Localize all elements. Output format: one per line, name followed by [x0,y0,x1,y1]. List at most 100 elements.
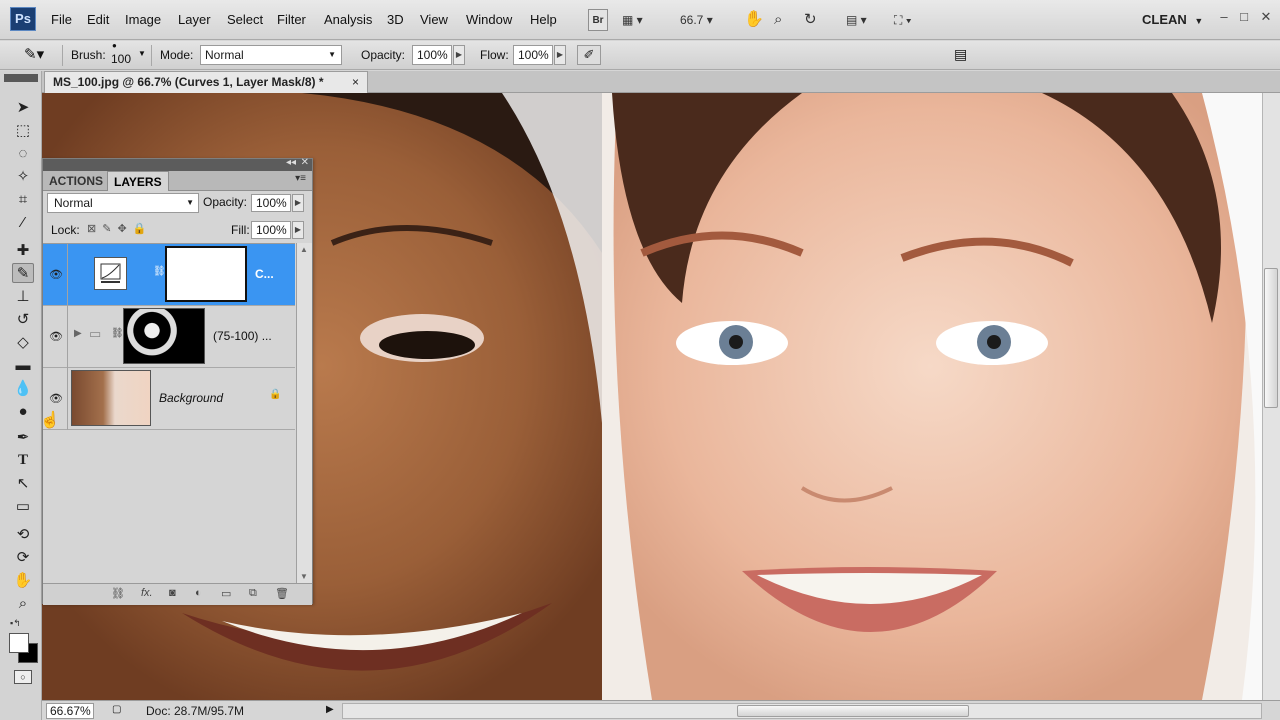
move-tool-icon[interactable]: ➤ [12,97,34,117]
screen-mode-button[interactable]: ⛶ ▾ [894,9,928,31]
group-mask-thumbnail[interactable] [123,308,205,364]
view-extras-button[interactable]: ▦ ▾ [622,9,658,31]
hand-tool-icon[interactable]: ✋ [744,9,764,31]
close-panel-icon[interactable]: ✕ [301,157,309,168]
lock-position-icon[interactable]: ✥ [117,223,132,235]
menu-select[interactable]: Select [227,12,263,27]
zoom-level-dropdown[interactable]: 66.7 ▾ [680,9,720,31]
new-layer-icon[interactable]: ⧉ [249,587,257,600]
menu-3d[interactable]: 3D [387,12,404,27]
layer-mask-thumbnail[interactable] [165,246,247,302]
layer-row-background[interactable]: 👁 Background 🔒 [43,368,295,430]
3d-rotate-tool-icon[interactable]: ⟲ [12,524,34,544]
panel-title-bar[interactable]: ◂◂ ✕ [43,157,312,171]
menu-file[interactable]: File [51,12,72,27]
visibility-eye-icon[interactable]: 👁 [49,392,63,405]
healing-brush-tool-icon[interactable]: ✚ [12,240,34,260]
quick-mask-icon[interactable]: ○ [14,670,32,684]
visibility-eye-icon[interactable]: 👁 [49,268,63,281]
crop-tool-icon[interactable]: ⌗ [12,189,34,209]
brush-size-value[interactable]: 100 [111,52,131,66]
layer-row-curves[interactable]: 👁 ⛓ C... [43,244,295,306]
zoom-menu-icon[interactable]: ▢ [112,704,121,715]
eyedropper-tool-icon[interactable]: ⁄ [12,212,34,232]
scroll-up-icon[interactable]: ▲ [300,245,308,254]
pen-tool-icon[interactable]: ✒ [12,427,34,447]
workspace-switcher[interactable]: CLEAN ▼ [1142,12,1203,27]
mode-select[interactable]: Normal ▼ [200,45,342,65]
close-icon[interactable]: ✕ [1258,9,1274,25]
fill-arrow-icon[interactable]: ▶ [292,221,304,239]
opacity-slider-arrow-icon[interactable]: ▶ [453,45,465,65]
flow-slider-arrow-icon[interactable]: ▶ [554,45,566,65]
layer-row-group[interactable]: 👁 ▶ ▭ ⛓ (75-100) ... [43,306,295,368]
panel-menu-icon[interactable]: ▾≡ [295,173,306,184]
shape-tool-icon[interactable]: ▭ [12,496,34,516]
history-brush-tool-icon[interactable]: ↺ [12,309,34,329]
tab-layers[interactable]: LAYERS [107,171,169,191]
maximize-icon[interactable]: □ [1236,9,1252,25]
collapse-panel-icon[interactable]: ◂◂ [286,157,296,168]
lasso-tool-icon[interactable]: ◌ [12,143,34,163]
vertical-scroll-thumb[interactable] [1264,268,1278,408]
new-group-icon[interactable]: ▭ [221,587,231,600]
marquee-tool-icon[interactable]: ⬚ [12,120,34,140]
zoom-tool-icon[interactable]: ⌕ [774,9,792,31]
flow-input[interactable]: 100% [513,45,553,65]
menu-layer[interactable]: Layer [178,12,211,27]
menu-view[interactable]: View [420,12,448,27]
brush-picker-arrow-icon[interactable]: ▼ [138,49,146,58]
type-tool-icon[interactable]: T [12,450,34,470]
layer-name[interactable]: Background [159,391,223,405]
hand-tool-icon[interactable]: ✋ [12,570,34,590]
blend-mode-select[interactable]: Normal ▼ [47,193,199,213]
layer-name[interactable]: (75-100) ... [213,329,272,343]
brush-tool-icon[interactable]: ✎ [12,263,34,283]
fx-icon[interactable]: fx. [141,587,153,599]
eraser-tool-icon[interactable]: ◇ [12,332,34,352]
link-layers-icon[interactable]: ⛓ [111,587,125,600]
foreground-color-swatch[interactable] [9,633,29,653]
add-mask-icon[interactable]: ◙ [169,587,176,599]
airbrush-icon[interactable]: ✐ [577,45,601,65]
menu-window[interactable]: Window [466,12,512,27]
3d-orbit-tool-icon[interactable]: ⟳ [12,547,34,567]
fill-input[interactable]: 100% [251,221,291,239]
mask-link-icon[interactable]: ⛓ [111,328,124,339]
minimize-icon[interactable]: – [1216,9,1232,25]
lock-transparent-icon[interactable]: ⊠ [87,223,102,235]
gradient-tool-icon[interactable]: ▬ [12,355,34,375]
expand-group-icon[interactable]: ▶ [74,328,82,339]
zoom-input[interactable]: 66.67% [46,703,94,719]
path-selection-tool-icon[interactable]: ↖ [12,473,34,493]
layers-scrollbar[interactable]: ▲ ▼ [296,243,312,583]
brush-tool-preset-icon[interactable]: ✎▾ [24,45,44,63]
status-menu-arrow-icon[interactable]: ▶ [326,704,334,715]
rotate-view-icon[interactable]: ↻ [804,9,822,31]
delete-layer-icon[interactable]: 🗑 [275,587,289,600]
lock-all-icon[interactable]: 🔒 [133,223,153,235]
mask-link-icon[interactable]: ⛓ [153,266,166,277]
scroll-down-icon[interactable]: ▼ [300,572,308,581]
lock-image-icon[interactable]: ✎ [102,223,117,235]
dodge-tool-icon[interactable]: ● [12,401,34,421]
arrange-documents-button[interactable]: ▤ ▾ [846,9,880,31]
horizontal-scroll-thumb[interactable] [737,705,969,717]
panel-toggle-icon[interactable]: ▤ [954,46,967,63]
document-tab[interactable]: MS_100.jpg @ 66.7% (Curves 1, Layer Mask… [44,71,368,93]
magic-wand-tool-icon[interactable]: ✧ [12,166,34,186]
clone-stamp-tool-icon[interactable]: ⊥ [12,286,34,306]
adjustment-layer-icon[interactable]: ◐ [195,587,202,599]
menu-image[interactable]: Image [125,12,161,27]
layer-opacity-input[interactable]: 100% [251,194,291,212]
menu-help[interactable]: Help [530,12,557,27]
visibility-eye-icon[interactable]: 👁 [49,330,63,343]
layer-opacity-arrow-icon[interactable]: ▶ [292,194,304,212]
blur-tool-icon[interactable]: 💧 [12,378,34,398]
menu-analysis[interactable]: Analysis [324,12,372,27]
opacity-input[interactable]: 100% [412,45,452,65]
layer-name[interactable]: C... [255,267,274,281]
close-document-icon[interactable]: × [352,72,359,92]
menu-edit[interactable]: Edit [87,12,109,27]
tab-actions[interactable]: ACTIONS [43,171,109,191]
